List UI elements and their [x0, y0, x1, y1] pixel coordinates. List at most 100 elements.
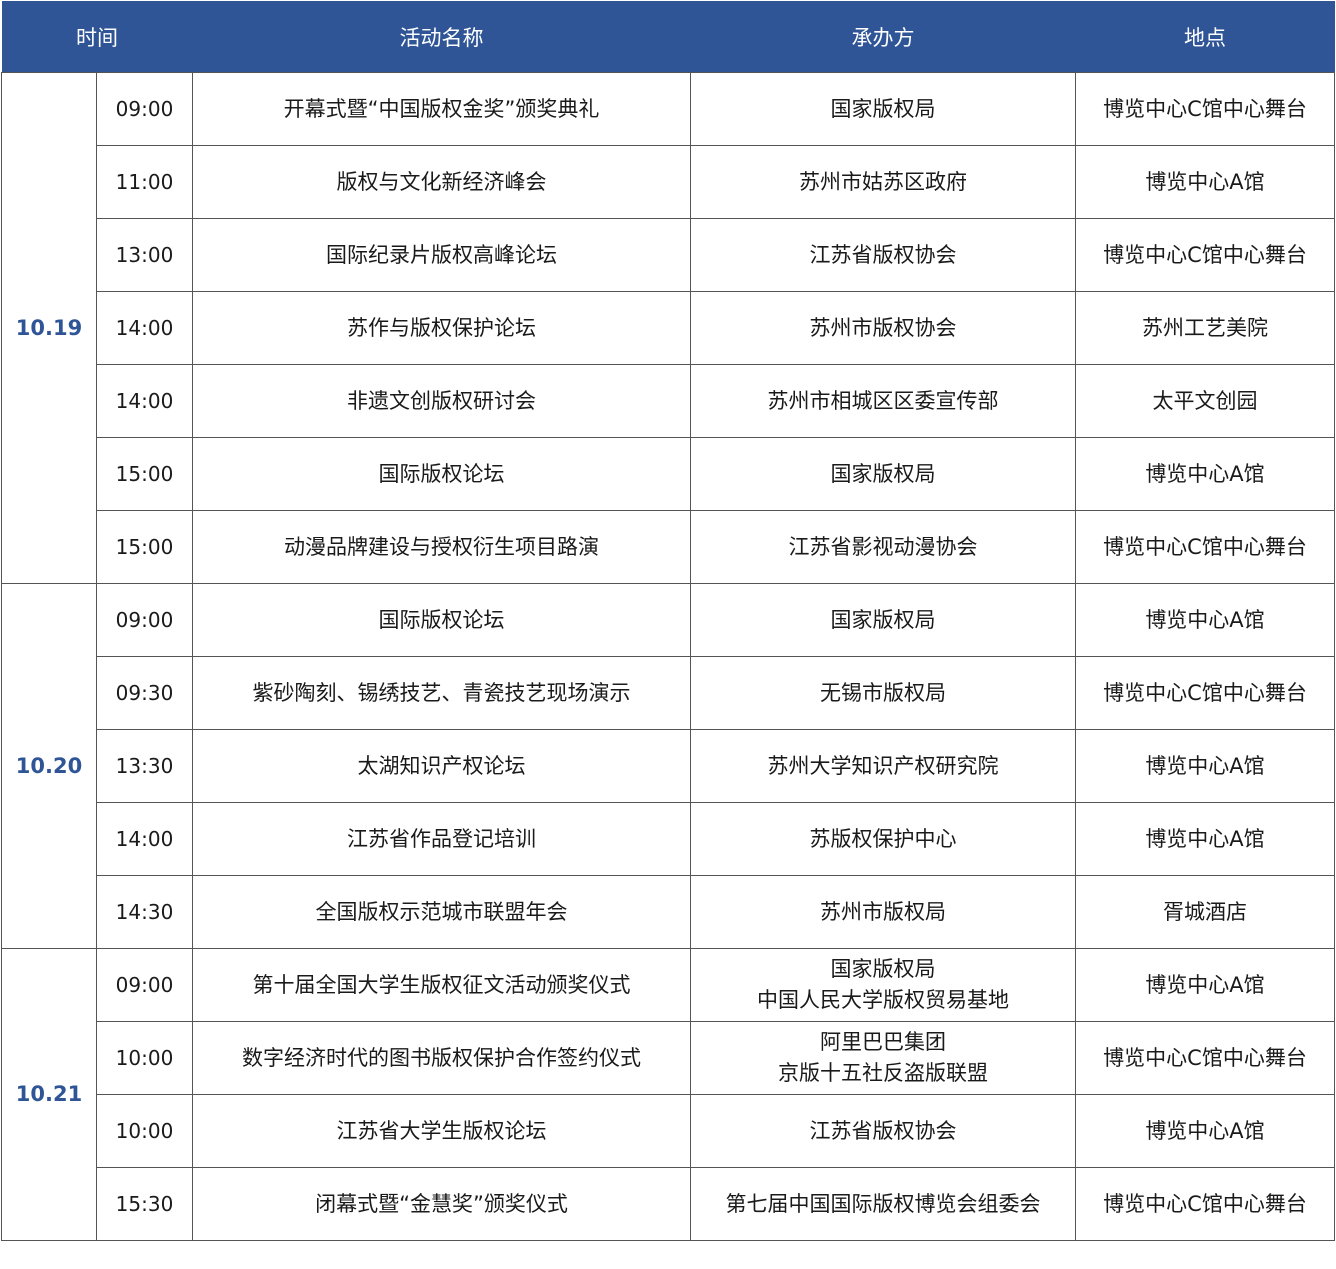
venue-cell: 博览中心C馆中心舞台: [1075, 1021, 1335, 1095]
venue-cell: 博览中心A馆: [1075, 948, 1335, 1022]
time-cell: 10:00: [96, 1021, 193, 1095]
date-cell: 10.21: [1, 948, 97, 1241]
organizer-line: 苏州市姑苏区政府: [799, 169, 967, 194]
organizer-cell: 国家版权局: [690, 437, 1076, 511]
organizer-line: 江苏省版权协会: [809, 242, 957, 267]
venue-cell: 太平文创园: [1075, 364, 1335, 438]
time-cell: 09:00: [96, 583, 193, 657]
venue-cell: 博览中心C馆中心舞台: [1075, 218, 1335, 292]
organizer-cell: 苏州市姑苏区政府: [690, 145, 1076, 219]
table-row: 10.19 09:00 开幕式暨“中国版权金奖”颁奖典礼 国家版权局 博览中心C馆中心舞…: [1, 72, 1335, 584]
table-row: 15:00 国际版权论坛 国家版权局 博览中心A馆: [2, 437, 1335, 511]
event-name-cell: 开幕式暨“中国版权金奖”颁奖典礼: [192, 72, 691, 146]
table-row: 13:00 国际纪录片版权高峰论坛 江苏省版权协会 博览中心C馆中心舞台: [2, 218, 1335, 292]
event-name-cell: 非遗文创版权研讨会: [192, 364, 691, 438]
venue-cell: 博览中心A馆: [1075, 729, 1335, 803]
organizer-cell: 国家版权局中国人民大学版权贸易基地: [690, 948, 1076, 1022]
time-cell: 15:00: [96, 510, 193, 584]
organizer-line: 第七届中国国际版权博览会组委会: [725, 1191, 1041, 1216]
time-cell: 15:00: [96, 437, 193, 511]
organizer-cell: 苏州市相城区区委宣传部: [690, 364, 1076, 438]
table-row: 14:00 江苏省作品登记培训 苏版权保护中心 博览中心A馆: [2, 802, 1335, 876]
event-name-cell: 数字经济时代的图书版权保护合作签约仪式: [192, 1021, 691, 1095]
venue-cell: 博览中心A馆: [1075, 437, 1335, 511]
table-header: 时间 活动名称 承办方 地点: [1, 1, 1335, 73]
event-name-cell: 动漫品牌建设与授权衍生项目路演: [192, 510, 691, 584]
organizer-line: 苏州市相城区区委宣传部: [767, 388, 999, 413]
date-cell: 10.20: [1, 583, 97, 949]
venue-cell: 苏州工艺美院: [1075, 291, 1335, 365]
organizer-cell: 江苏省版权协会: [690, 218, 1076, 292]
organizer-line: 中国人民大学版权贸易基地: [757, 988, 1009, 1012]
time-cell: 09:00: [96, 72, 193, 146]
organizer-line: 国家版权局: [830, 957, 936, 981]
time-cell: 13:30: [96, 729, 193, 803]
event-name-cell: 江苏省作品登记培训: [192, 802, 691, 876]
organizer-line: 国家版权局: [830, 96, 936, 121]
event-name-cell: 版权与文化新经济峰会: [192, 145, 691, 219]
organizer-cell: 苏州市版权局: [690, 875, 1076, 949]
organizer-line: 国家版权局: [830, 461, 936, 486]
header-venue: 地点: [1075, 1, 1335, 73]
organizer-cell: 无锡市版权局: [690, 656, 1076, 730]
table-row: 09:30 紫砂陶刻、锡绣技艺、青瓷技艺现场演示 无锡市版权局 博览中心C馆中心舞台: [2, 656, 1335, 730]
time-cell: 14:30: [96, 875, 193, 949]
organizer-cell: 江苏省版权协会: [690, 1094, 1076, 1168]
organizer-line: 京版十五社反盗版联盟: [778, 1061, 988, 1085]
table-row: 15:00 动漫品牌建设与授权衍生项目路演 江苏省影视动漫协会 博览中心C馆中心舞台: [2, 510, 1335, 584]
schedule-table: 时间 活动名称 承办方 地点 10.19 09:00 开幕式暨“中国版权金奖”颁奖典…: [1, 1, 1335, 1241]
table-row: 13:30 太湖知识产权论坛 苏州大学知识产权研究院 博览中心A馆: [2, 729, 1335, 803]
event-name-cell: 闭幕式暨“金慧奖”颁奖仪式: [192, 1167, 691, 1241]
organizer-line: 无锡市版权局: [820, 680, 946, 705]
event-name-cell: 国际版权论坛: [192, 583, 691, 657]
event-name-cell: 国际版权论坛: [192, 437, 691, 511]
organizer-cell: 江苏省影视动漫协会: [690, 510, 1076, 584]
venue-cell: 博览中心A馆: [1075, 1094, 1335, 1168]
table-row: 10.21 09:00 第十届全国大学生版权征文活动颁奖仪式 国家版权局 中国人民大学版…: [1, 948, 1335, 1241]
organizer-cell: 苏版权保护中心: [690, 802, 1076, 876]
organizer-line: 阿里巴巴集团: [820, 1030, 946, 1054]
venue-cell: 博览中心C馆中心舞台: [1075, 72, 1335, 146]
table-row: 14:30 全国版权示范城市联盟年会 苏州市版权局 胥城酒店: [2, 875, 1335, 949]
time-cell: 11:00: [96, 145, 193, 219]
organizer-line: 苏州市版权协会: [809, 315, 957, 340]
table-row: 10:00 江苏省大学生版权论坛 江苏省版权协会 博览中心A馆: [2, 1094, 1335, 1168]
header-row: 时间 活动名称 承办方 地点: [1, 1, 1335, 73]
time-cell: 13:00: [96, 218, 193, 292]
organizer-cell: 第七届中国国际版权博览会组委会: [690, 1167, 1076, 1241]
event-name-cell: 第十届全国大学生版权征文活动颁奖仪式: [192, 948, 691, 1022]
organizer-cell: 阿里巴巴集团京版十五社反盗版联盟: [690, 1021, 1076, 1095]
venue-cell: 博览中心C馆中心舞台: [1075, 1167, 1335, 1241]
table-body: 10.19 09:00 开幕式暨“中国版权金奖”颁奖典礼 国家版权局 博览中心C馆中心舞…: [1, 72, 1335, 1241]
time-cell: 15:30: [96, 1167, 193, 1241]
venue-cell: 博览中心A馆: [1075, 802, 1335, 876]
header-time: 时间: [1, 1, 193, 73]
event-name-cell: 全国版权示范城市联盟年会: [192, 875, 691, 949]
event-name-cell: 紫砂陶刻、锡绣技艺、青瓷技艺现场演示: [192, 656, 691, 730]
table-row: 14:00 苏作与版权保护论坛 苏州市版权协会 苏州工艺美院: [2, 291, 1335, 365]
venue-cell: 博览中心A馆: [1075, 583, 1335, 657]
header-organizer: 承办方: [690, 1, 1076, 73]
header-name: 活动名称: [192, 1, 691, 73]
date-cell: 10.19: [1, 72, 97, 584]
organizer-cell: 苏州市版权协会: [690, 291, 1076, 365]
time-cell: 10:00: [96, 1094, 193, 1168]
organizer-line: 国家版权局: [830, 607, 936, 632]
time-cell: 14:00: [96, 364, 193, 438]
event-name-cell: 太湖知识产权论坛: [192, 729, 691, 803]
event-name-cell: 江苏省大学生版权论坛: [192, 1094, 691, 1168]
organizer-line: 江苏省版权协会: [809, 1118, 957, 1143]
organizer-line: 苏州大学知识产权研究院: [767, 753, 999, 778]
event-name-cell: 国际纪录片版权高峰论坛: [192, 218, 691, 292]
event-name-cell: 苏作与版权保护论坛: [192, 291, 691, 365]
organizer-line: 苏版权保护中心: [809, 826, 957, 851]
organizer-cell: 国家版权局: [690, 72, 1076, 146]
organizer-line: 江苏省影视动漫协会: [788, 534, 978, 559]
time-cell: 14:00: [96, 291, 193, 365]
table-row: 14:00 非遗文创版权研讨会 苏州市相城区区委宣传部 太平文创园: [2, 364, 1335, 438]
table-row: 10:00 数字经济时代的图书版权保护合作签约仪式 阿里巴巴集团 京版十五社反盗版联盟…: [2, 1021, 1335, 1095]
venue-cell: 博览中心C馆中心舞台: [1075, 510, 1335, 584]
organizer-cell: 国家版权局: [690, 583, 1076, 657]
venue-cell: 胥城酒店: [1075, 875, 1335, 949]
venue-cell: 博览中心C馆中心舞台: [1075, 656, 1335, 730]
